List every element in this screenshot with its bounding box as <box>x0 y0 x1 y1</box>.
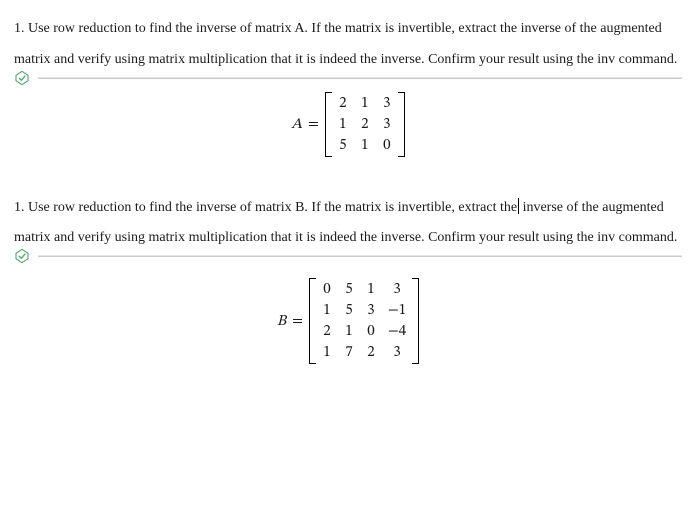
matrix-a-equation: A = 213 123 510 <box>14 92 682 157</box>
text-caret <box>518 198 519 214</box>
problem-b-text[interactable]: 1. Use row reduction to find the inverse… <box>14 193 682 255</box>
matrix-b-equation: B = 0513 153−1 210−4 1723 <box>14 278 682 364</box>
problem-a-text: 1. Use row reduction to find the inverse… <box>14 14 682 76</box>
equals-sign: = <box>308 115 319 134</box>
matrix-b-brackets: 0513 153−1 210−4 1723 <box>309 278 419 364</box>
code-separator-a <box>38 77 682 79</box>
equals-sign: = <box>292 312 303 331</box>
matrix-a-brackets: 213 123 510 <box>325 92 405 157</box>
document-page: 1. Use row reduction to find the inverse… <box>0 0 696 364</box>
matrix-a-label: A <box>291 115 302 134</box>
matrix-b-label: B <box>277 312 286 331</box>
code-separator-b <box>38 255 682 257</box>
matrix-b-grid: 0513 153−1 210−4 1723 <box>316 278 412 364</box>
check-icon <box>14 70 30 86</box>
matrix-a-grid: 213 123 510 <box>332 92 398 157</box>
check-icon <box>14 248 30 264</box>
